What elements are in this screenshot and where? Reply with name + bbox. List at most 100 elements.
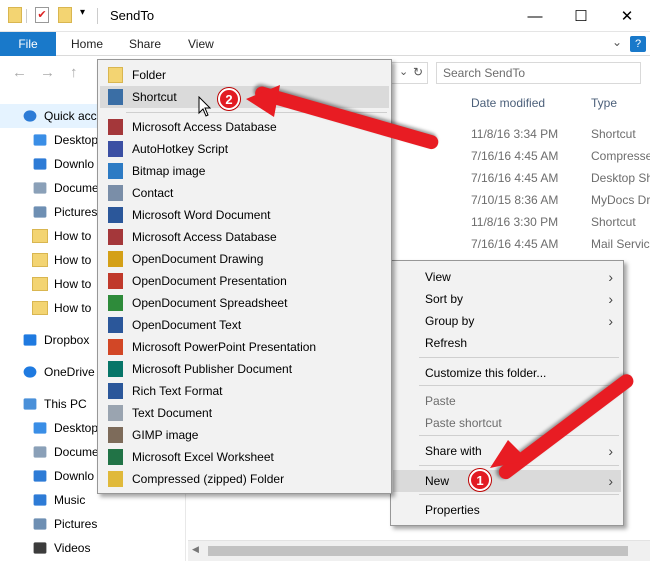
annotation-badge-1: 1: [469, 469, 491, 491]
tab-file[interactable]: File: [0, 32, 56, 56]
separator: [26, 9, 27, 23]
file-type: Mail Servic: [591, 237, 650, 251]
sidebar-item[interactable]: Quick acc: [0, 104, 100, 128]
sidebar-item[interactable]: How to: [0, 296, 100, 320]
computer-icon: [23, 398, 37, 410]
new-menu-item[interactable]: Folder: [100, 64, 389, 86]
menu-item-label: Text Document: [132, 406, 213, 420]
tab-share[interactable]: Share: [129, 37, 161, 51]
column-header-type[interactable]: Type: [591, 96, 617, 110]
word-icon: [108, 207, 123, 223]
new-menu-item[interactable]: Compressed (zipped) Folder: [100, 468, 389, 490]
sidebar-item-label: Pictures: [54, 205, 98, 219]
sidebar-item[interactable]: Pictures: [0, 512, 100, 536]
customize-quick-access-icon[interactable]: ▾: [80, 7, 85, 18]
sidebar-item-label: Downlo: [54, 469, 95, 483]
submenu-chevron-icon: ›: [608, 473, 613, 489]
context-menu-item-properties[interactable]: Properties: [393, 499, 621, 521]
sidebar-item[interactable]: How to: [0, 224, 100, 248]
sidebar-item-label: Quick acc: [44, 109, 97, 123]
up-arrow-icon[interactable]: ↑: [70, 64, 78, 81]
new-menu-item[interactable]: Shortcut: [100, 86, 389, 108]
sidebar-item[interactable]: Music: [0, 488, 100, 512]
new-menu-item[interactable]: Microsoft Publisher Document: [100, 358, 389, 380]
new-menu-item[interactable]: OpenDocument Spreadsheet: [100, 292, 389, 314]
sidebar-item[interactable]: How to: [0, 272, 100, 296]
column-header-date[interactable]: Date modified: [471, 96, 545, 110]
file-date: 7/16/16 4:45 AM: [471, 237, 559, 251]
odg-icon: [108, 251, 123, 267]
help-button[interactable]: ?: [630, 36, 646, 52]
new-menu-item[interactable]: GIMP image: [100, 424, 389, 446]
title-bar: ✔ ▾ SendTo — ☐ ✕: [0, 0, 650, 32]
properties-icon[interactable]: ✔: [35, 7, 49, 23]
back-arrow-icon[interactable]: ←: [12, 64, 27, 81]
menu-item-label: Sort by: [425, 292, 464, 306]
sidebar-item[interactable]: Desktop: [0, 416, 100, 440]
search-input[interactable]: Search SendTo: [436, 62, 641, 84]
context-menu-item-group-by[interactable]: Group by ›: [393, 310, 621, 332]
new-menu-item[interactable]: Microsoft Word Document: [100, 204, 389, 226]
contact-icon: [108, 185, 123, 201]
address-bar-end[interactable]: ⌄ ↻: [390, 62, 428, 84]
menu-item-label: Shortcut: [132, 90, 177, 104]
new-folder-icon[interactable]: [58, 7, 72, 23]
new-menu-item[interactable]: Text Document: [100, 402, 389, 424]
expand-ribbon-icon[interactable]: ⌄: [612, 35, 622, 49]
sidebar-item[interactable]: OneDrive: [0, 360, 100, 384]
maximize-button[interactable]: ☐: [558, 0, 604, 32]
sidebar-item[interactable]: Downlo: [0, 464, 100, 488]
new-menu-item[interactable]: OpenDocument Presentation: [100, 270, 389, 292]
mouse-cursor-icon: [198, 96, 212, 117]
new-menu-item[interactable]: Microsoft Access Database: [100, 226, 389, 248]
sidebar-item-label: OneDrive: [44, 365, 95, 379]
horizontal-scrollbar[interactable]: ◀: [188, 540, 650, 561]
context-menu-item-view[interactable]: View ›: [393, 266, 621, 288]
sidebar-item[interactable]: Docume: [0, 440, 100, 464]
sidebar-item-label: How to: [54, 229, 92, 243]
scrollbar-thumb[interactable]: [208, 546, 628, 556]
tab-home[interactable]: Home: [71, 37, 103, 51]
sidebar-item[interactable]: Pictures: [0, 200, 100, 224]
folder-icon: [8, 7, 22, 23]
context-menu: View › Sort by › Group by › Refresh Customize t…: [390, 260, 624, 526]
forward-arrow-icon[interactable]: →: [40, 64, 55, 81]
sidebar-item[interactable]: How to: [0, 248, 100, 272]
sidebar-item-label: Desktop: [54, 133, 99, 147]
context-menu-item-refresh[interactable]: Refresh: [393, 332, 621, 354]
dropdown-icon[interactable]: ⌄: [399, 65, 408, 78]
sidebar-item-label: Music: [54, 493, 86, 507]
new-menu-item[interactable]: OpenDocument Drawing: [100, 248, 389, 270]
scroll-left-icon[interactable]: ◀: [192, 544, 199, 555]
new-menu-item[interactable]: Microsoft Excel Worksheet: [100, 446, 389, 468]
sidebar-item-label: Docume: [54, 445, 99, 459]
refresh-icon[interactable]: ↻: [413, 65, 423, 79]
menu-separator: [419, 494, 619, 495]
folder-icon: [32, 229, 48, 243]
close-button[interactable]: ✕: [604, 0, 650, 32]
menu-separator: [419, 385, 619, 386]
sidebar-item[interactable]: Docume: [0, 176, 100, 200]
menu-item-label: New: [425, 474, 450, 488]
context-menu-item-sort-by[interactable]: Sort by ›: [393, 288, 621, 310]
new-menu-item[interactable]: Bitmap image: [100, 160, 389, 182]
menu-item-label: Paste shortcut: [425, 416, 502, 430]
tab-view[interactable]: View: [188, 37, 214, 51]
new-menu-item[interactable]: Contact: [100, 182, 389, 204]
folder-icon: [32, 253, 48, 267]
sidebar-item[interactable]: Videos: [0, 536, 100, 560]
sidebar-item[interactable]: Dropbox: [0, 328, 100, 352]
new-menu-item[interactable]: Rich Text Format: [100, 380, 389, 402]
annotation-badge-2: 2: [218, 88, 240, 110]
rtf-icon: [108, 383, 123, 399]
sidebar-item[interactable]: This PC: [0, 392, 100, 416]
new-menu-item[interactable]: Microsoft PowerPoint Presentation: [100, 336, 389, 358]
sidebar-item[interactable]: Desktop: [0, 128, 100, 152]
odp-icon: [108, 273, 123, 289]
context-menu-item-customize-this-folder[interactable]: Customize this folder...: [393, 362, 621, 384]
new-menu-item[interactable]: OpenDocument Text: [100, 314, 389, 336]
minimize-button[interactable]: —: [512, 0, 558, 32]
submenu-chevron-icon: ›: [608, 313, 613, 329]
new-menu-item[interactable]: AutoHotkey Script: [100, 138, 389, 160]
sidebar-item[interactable]: Downlo: [0, 152, 100, 176]
